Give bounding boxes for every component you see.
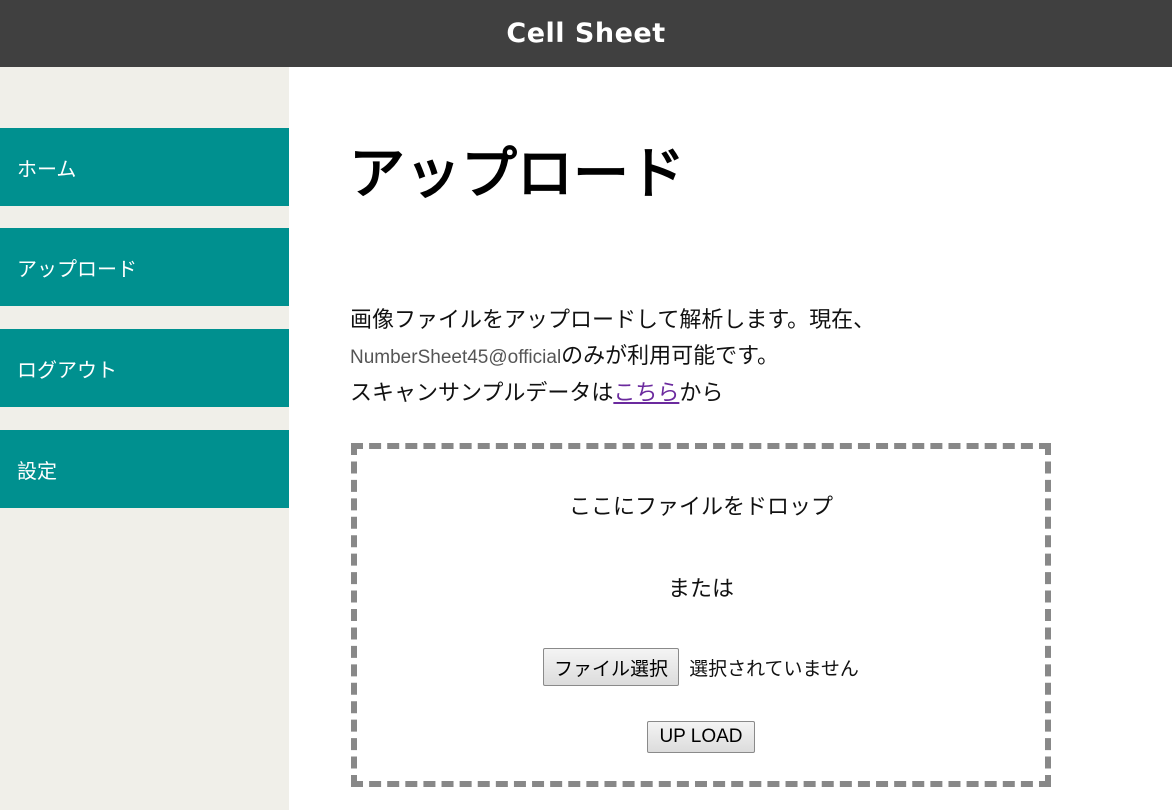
app-header: Cell Sheet xyxy=(0,0,1172,67)
drop-instruction: ここにファイルをドロップ xyxy=(568,495,833,520)
description-line-3: スキャンサンプルデータはこちらから xyxy=(350,376,875,412)
upload-description: 画像ファイルをアップロードして解析します。現在、 NumberSheet45@o… xyxy=(350,303,875,412)
sample-data-link[interactable]: こちら xyxy=(613,381,679,406)
upload-row: UP LOAD xyxy=(357,721,1045,753)
choose-file-button[interactable]: ファイル選択 xyxy=(543,648,680,686)
main-content: アップロード 画像ファイルをアップロードして解析します。現在、 NumberSh… xyxy=(289,67,1172,810)
or-separator: または xyxy=(667,577,734,602)
sidebar-item-home[interactable]: ホーム xyxy=(0,128,289,206)
sidebar-item-upload[interactable]: アップロード xyxy=(0,228,289,306)
app-title: Cell Sheet xyxy=(506,18,666,49)
sidebar-item-label: ホーム xyxy=(17,156,77,181)
sidebar-item-label: アップロード xyxy=(17,256,137,281)
description-line-2: NumberSheet45@officialのみが利用可能です。 xyxy=(350,339,875,376)
account-name: NumberSheet45@official xyxy=(350,347,562,368)
file-input: ファイル選択 選択されていません xyxy=(357,648,1045,686)
sidebar-item-logout[interactable]: ログアウト xyxy=(0,329,289,407)
description-line-2-suffix: のみが利用可能です。 xyxy=(561,344,779,369)
page-title: アップロード xyxy=(349,142,685,207)
sidebar-item-settings[interactable]: 設定 xyxy=(0,430,289,508)
sidebar-item-label: ログアウト xyxy=(17,357,117,382)
sidebar: ホーム アップロード ログアウト 設定 xyxy=(0,67,289,810)
description-line-3-prefix: スキャンサンプルデータは xyxy=(350,381,614,406)
description-line-3-suffix: から xyxy=(679,381,724,406)
description-line-1: 画像ファイルをアップロードして解析します。現在、 xyxy=(350,308,876,333)
sidebar-item-label: 設定 xyxy=(17,458,57,483)
upload-button[interactable]: UP LOAD xyxy=(647,721,755,753)
file-status-text: 選択されていません xyxy=(689,657,859,680)
file-drop-zone[interactable]: ここにファイルをドロップ または ファイル選択 選択されていません UP LOA… xyxy=(351,443,1051,787)
